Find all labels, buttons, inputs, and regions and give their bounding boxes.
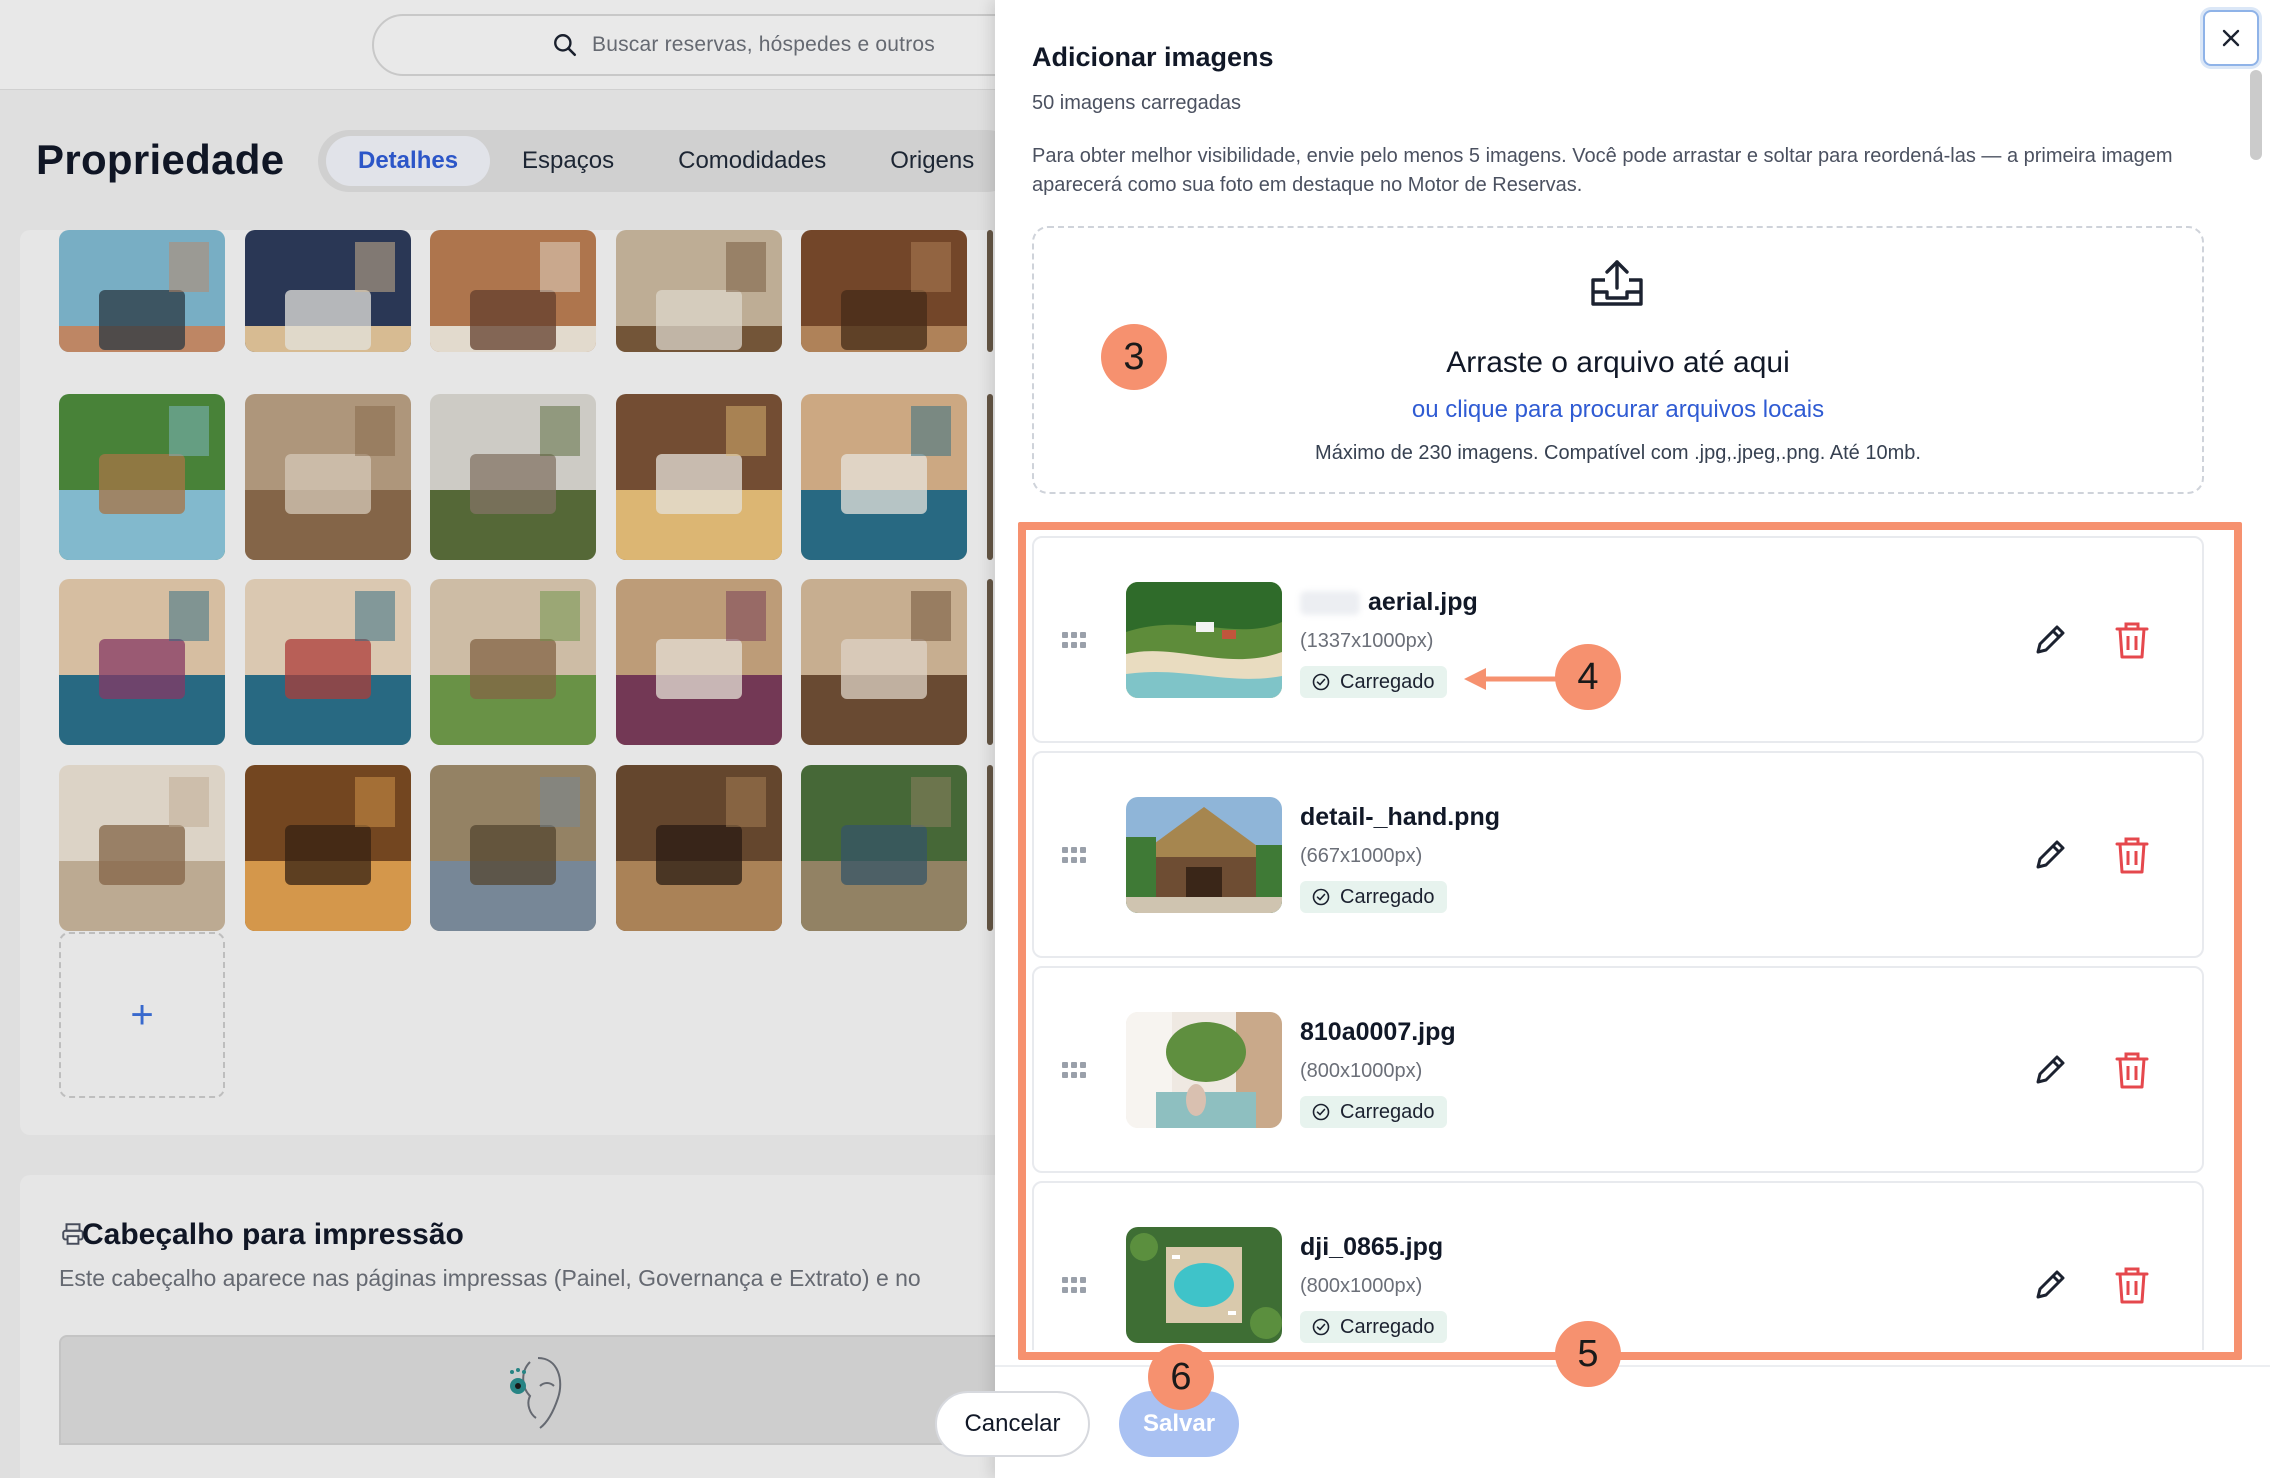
- drawer-title: Adicionar imagens: [1032, 42, 1274, 72]
- background-page: Buscar reservas, hóspedes e outros Propr…: [0, 0, 995, 1478]
- modal-backdrop[interactable]: [0, 0, 995, 1478]
- annotation-marker-5: 5: [1555, 1321, 1621, 1387]
- image-count: 50 imagens carregadas: [1032, 92, 1242, 114]
- annotation-marker-6: 6: [1148, 1344, 1214, 1410]
- annotation-marker-3: 3: [1101, 324, 1167, 390]
- annotation-marker-4: 4: [1555, 644, 1621, 710]
- upload-icon: [1591, 260, 1643, 306]
- drawer-scrollbar[interactable]: [2250, 70, 2262, 160]
- dropzone-note: Máximo de 230 imagens. Compatível com .j…: [1315, 442, 1921, 464]
- close-icon: [2222, 29, 2240, 47]
- annotation-highlight-box: [1018, 522, 2242, 1360]
- cancel-button[interactable]: Cancelar: [935, 1391, 1090, 1457]
- file-dropzone[interactable]: Arraste o arquivo até aqui ou clique par…: [1032, 226, 2204, 494]
- browse-files-link[interactable]: ou clique para procurar arquivos locais: [1034, 396, 2202, 424]
- dropzone-title: Arraste o arquivo até aqui: [1446, 346, 1790, 379]
- drawer-description: Para obter melhor visibilidade, envie pe…: [1032, 145, 2173, 196]
- annotation-arrow-icon: [1464, 668, 1558, 690]
- close-button[interactable]: [2203, 10, 2259, 66]
